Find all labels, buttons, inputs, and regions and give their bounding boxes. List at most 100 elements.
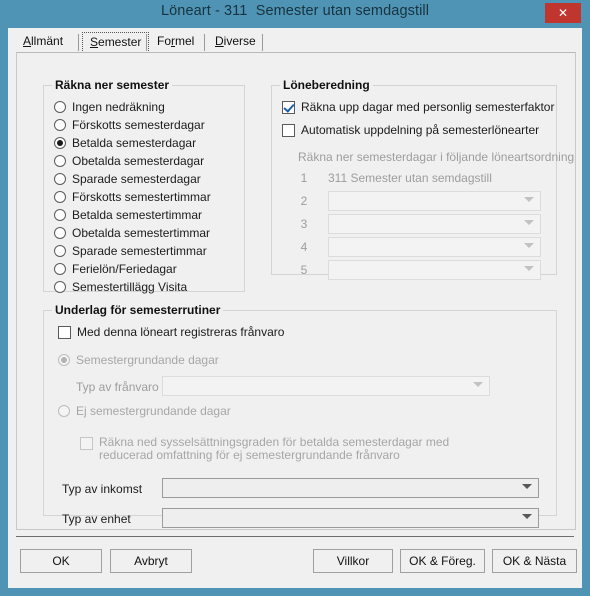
checkbox-indicator xyxy=(282,101,295,114)
radio-obetalda-semestertimmar[interactable]: Obetalda semestertimmar xyxy=(54,226,210,240)
radio-sparade-semesterdagar[interactable]: Sparade semesterdagar xyxy=(54,172,201,186)
checkbox-rakna-ned-sysselsattningsgrad[interactable]: Räkna ned sysselsättningsgraden för beta… xyxy=(80,436,500,462)
radio-forskotts-semestertimmar[interactable]: Förskotts semestertimmar xyxy=(54,190,211,204)
ok-button[interactable]: OK xyxy=(20,549,102,573)
title-bar: Löneart - 311 Semester utan semdagstill … xyxy=(0,0,590,28)
order-row-1-value: 311 Semester utan semdagstill xyxy=(328,171,492,185)
radio-label: Betalda semestertimmar xyxy=(72,208,203,222)
order-row-2-number: 2 xyxy=(300,194,308,208)
radio-indicator xyxy=(54,155,66,167)
tab-separator-3 xyxy=(204,34,205,51)
tab-separator-2 xyxy=(146,34,147,51)
radio-betalda-semesterdagar[interactable]: Betalda semesterdagar xyxy=(54,136,196,150)
radio-label: Betalda semesterdagar xyxy=(72,136,197,150)
group-rakna-ner-semester: Räkna ner semester Ingen nedräkning Förs… xyxy=(43,78,245,294)
radio-indicator xyxy=(54,119,66,131)
checkbox-med-denna-loneart[interactable]: Med denna löneart registreras frånvaro xyxy=(58,325,284,339)
tab-formel[interactable]: Formel xyxy=(150,32,201,53)
order-row-3-number: 3 xyxy=(300,217,308,231)
chevron-down-icon xyxy=(524,197,534,202)
radio-indicator xyxy=(54,263,66,275)
ok-foreg-button[interactable]: OK & Föreg. xyxy=(400,549,485,573)
radio-label: Ej semestergrundande dagar xyxy=(76,404,231,418)
avbryt-button[interactable]: Avbryt xyxy=(110,549,192,573)
checkbox-label: Räkna upp dagar med personlig semesterfa… xyxy=(301,100,555,114)
tab-page-semester: Räkna ner semester Ingen nedräkning Förs… xyxy=(16,52,576,530)
radio-indicator xyxy=(54,245,66,257)
combo-typ-av-enhet[interactable] xyxy=(162,508,539,528)
chevron-down-icon xyxy=(524,220,534,225)
label-typ-av-inkomst: Typ av inkomst xyxy=(62,482,143,496)
group-underlag-semesterrutiner: Underlag för semesterrutiner Med denna l… xyxy=(43,303,557,528)
chevron-down-icon xyxy=(524,243,534,248)
group-rakna-ner-semester-legend: Räkna ner semester xyxy=(52,78,173,92)
radio-label: Obetalda semestertimmar xyxy=(72,226,211,240)
radio-label: Sparade semesterdagar xyxy=(72,172,201,186)
radio-label: Semestertillägg Visita xyxy=(72,280,188,294)
radio-label: Semestergrundande dagar xyxy=(76,353,219,367)
radio-sparade-semestertimmar[interactable]: Sparade semestertimmar xyxy=(54,244,207,258)
combo-loneart-3[interactable] xyxy=(328,214,541,234)
loneartsordning-caption: Räkna ner semesterdagar i följande lönea… xyxy=(298,150,575,164)
radio-betalda-semestertimmar[interactable]: Betalda semestertimmar xyxy=(54,208,202,222)
radio-semestertillagg-visita[interactable]: Semestertillägg Visita xyxy=(54,280,187,294)
radio-ferielon-feriedagar[interactable]: Ferielön/Feriedagar xyxy=(54,262,177,276)
radio-label: Sparade semestertimmar xyxy=(72,244,207,258)
combo-loneart-2[interactable] xyxy=(328,191,541,211)
tab-separator-4 xyxy=(262,34,263,51)
checkbox-indicator xyxy=(80,437,93,450)
radio-semestergrundande-dagar[interactable]: Semestergrundande dagar xyxy=(58,353,219,367)
radio-indicator xyxy=(54,209,66,221)
ok-nasta-button[interactable]: OK & Nästa xyxy=(492,549,577,573)
tab-strip: Allmänt Semester Formel Diverse xyxy=(16,32,576,53)
checkbox-rakna-upp-dagar[interactable]: Räkna upp dagar med personlig semesterfa… xyxy=(282,100,554,114)
radio-label: Obetalda semesterdagar xyxy=(72,154,205,168)
combo-typ-av-franvaro[interactable] xyxy=(162,376,490,396)
dialog-window: Löneart - 311 Semester utan semdagstill … xyxy=(0,0,590,596)
order-row-4-number: 4 xyxy=(300,240,308,254)
tab-semester[interactable]: Semester xyxy=(82,32,150,53)
radio-indicator xyxy=(58,405,70,417)
radio-indicator xyxy=(54,227,66,239)
group-underlag-legend: Underlag för semesterrutiner xyxy=(52,303,224,317)
tab-separator-1 xyxy=(78,34,79,51)
checkbox-indicator xyxy=(58,326,71,339)
order-row-5-number: 5 xyxy=(300,263,308,277)
radio-indicator xyxy=(54,281,66,293)
checkbox-label: Med denna löneart registreras frånvaro xyxy=(77,325,285,339)
combo-typ-av-inkomst[interactable] xyxy=(162,478,539,498)
group-loneberedning-legend: Löneberedning xyxy=(280,78,373,92)
radio-indicator xyxy=(54,191,66,203)
combo-loneart-5[interactable] xyxy=(328,260,541,280)
checkbox-automatisk-uppdelning[interactable]: Automatisk uppdelning på semesterlöneart… xyxy=(282,123,539,137)
radio-forskotts-semesterdagar[interactable]: Förskotts semesterdagar xyxy=(54,118,205,132)
villkor-button[interactable]: Villkor xyxy=(313,549,393,573)
radio-obetalda-semesterdagar[interactable]: Obetalda semesterdagar xyxy=(54,154,204,168)
radio-indicator xyxy=(58,354,70,366)
chevron-down-icon xyxy=(524,266,534,271)
radio-ingen-nedrakning[interactable]: Ingen nedräkning xyxy=(54,100,165,114)
chevron-down-icon xyxy=(522,484,532,489)
button-bar-separator xyxy=(16,536,574,538)
checkbox-indicator xyxy=(282,124,295,137)
chevron-down-icon xyxy=(522,514,532,519)
checkbox-label: Räkna ned sysselsättningsgraden för beta… xyxy=(99,435,450,462)
window-title: Löneart - 311 Semester utan semdagstill xyxy=(160,3,430,19)
radio-label: Förskotts semestertimmar xyxy=(72,190,211,204)
tab-diverse[interactable]: Diverse xyxy=(208,32,263,53)
radio-label: Ferielön/Feriedagar xyxy=(72,262,177,276)
label-typ-av-franvaro: Typ av frånvaro xyxy=(76,380,159,394)
close-icon[interactable]: ✕ xyxy=(545,3,581,23)
label-typ-av-enhet: Typ av enhet xyxy=(62,512,131,526)
group-loneberedning: Löneberedning Räkna upp dagar med person… xyxy=(271,78,574,280)
radio-indicator xyxy=(54,137,66,149)
radio-indicator xyxy=(54,173,66,185)
chevron-down-icon xyxy=(473,382,483,387)
radio-label: Ingen nedräkning xyxy=(72,100,165,114)
radio-ej-semestergrundande-dagar[interactable]: Ej semestergrundande dagar xyxy=(58,404,231,418)
tab-allmant[interactable]: Allmänt xyxy=(16,32,70,53)
radio-label: Förskotts semesterdagar xyxy=(72,118,205,132)
checkbox-label: Automatisk uppdelning på semesterlöneart… xyxy=(301,123,540,137)
combo-loneart-4[interactable] xyxy=(328,237,541,257)
dialog-client-area: Allmänt Semester Formel Diverse Räkna ne… xyxy=(8,28,582,588)
